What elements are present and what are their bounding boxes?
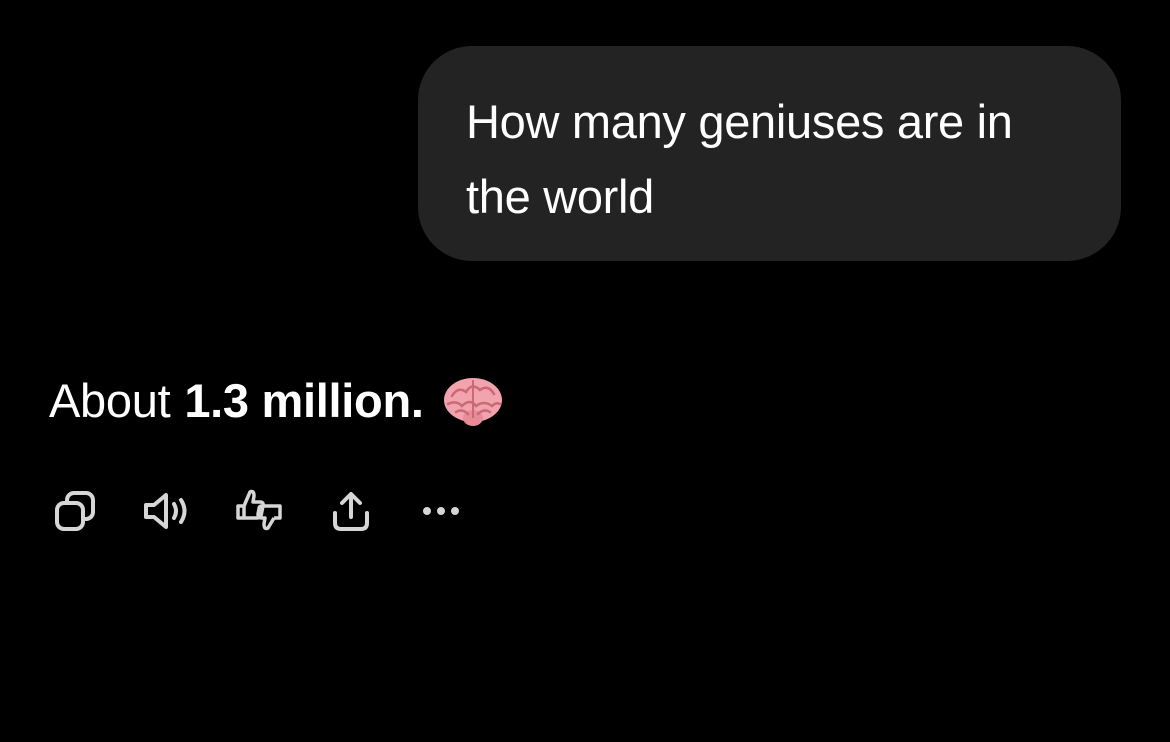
read-aloud-icon	[140, 487, 194, 535]
read-aloud-button[interactable]	[140, 484, 194, 538]
reply-text-bold: 1.3 million.	[184, 374, 424, 427]
copy-button[interactable]	[48, 484, 102, 538]
reply-text-plain: About	[49, 374, 171, 427]
user-message-bubble: How many geniuses are in the world	[418, 46, 1121, 261]
more-icon	[417, 487, 465, 535]
share-button[interactable]	[324, 484, 378, 538]
user-message-text: How many geniuses are in the world	[466, 95, 1013, 223]
feedback-button[interactable]	[232, 484, 286, 538]
brain-icon	[442, 374, 504, 428]
share-icon	[327, 487, 375, 535]
more-button[interactable]	[414, 484, 468, 538]
assistant-reply: About 1.3 million.	[49, 366, 504, 436]
message-actions	[48, 484, 468, 538]
feedback-thumbs-icon	[232, 484, 286, 538]
copy-icon	[51, 487, 99, 535]
